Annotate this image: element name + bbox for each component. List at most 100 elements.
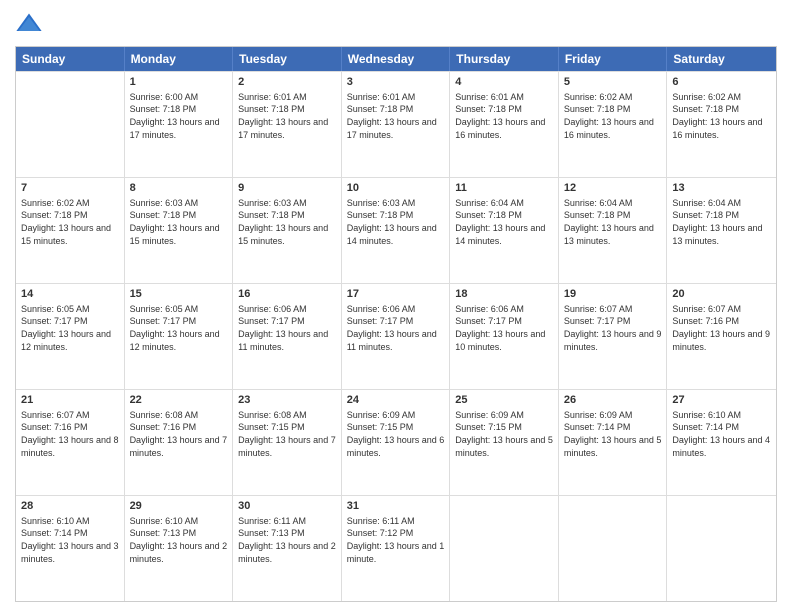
calendar-cell: 19Sunrise: 6:07 AM Sunset: 7:17 PM Dayli… bbox=[559, 284, 668, 389]
day-number: 26 bbox=[564, 393, 662, 408]
calendar-cell: 3Sunrise: 6:01 AM Sunset: 7:18 PM Daylig… bbox=[342, 72, 451, 177]
day-info: Sunrise: 6:06 AM Sunset: 7:17 PM Dayligh… bbox=[455, 303, 553, 353]
calendar-cell: 15Sunrise: 6:05 AM Sunset: 7:17 PM Dayli… bbox=[125, 284, 234, 389]
calendar-cell: 16Sunrise: 6:06 AM Sunset: 7:17 PM Dayli… bbox=[233, 284, 342, 389]
calendar-cell: 13Sunrise: 6:04 AM Sunset: 7:18 PM Dayli… bbox=[667, 178, 776, 283]
calendar-body: 1Sunrise: 6:00 AM Sunset: 7:18 PM Daylig… bbox=[16, 71, 776, 601]
day-info: Sunrise: 6:03 AM Sunset: 7:18 PM Dayligh… bbox=[130, 197, 228, 247]
day-number: 3 bbox=[347, 75, 445, 90]
calendar-cell: 20Sunrise: 6:07 AM Sunset: 7:16 PM Dayli… bbox=[667, 284, 776, 389]
day-number: 30 bbox=[238, 499, 336, 514]
day-number: 9 bbox=[238, 181, 336, 196]
calendar-cell: 12Sunrise: 6:04 AM Sunset: 7:18 PM Dayli… bbox=[559, 178, 668, 283]
day-info: Sunrise: 6:09 AM Sunset: 7:15 PM Dayligh… bbox=[347, 409, 445, 459]
logo-icon bbox=[15, 10, 43, 38]
day-info: Sunrise: 6:11 AM Sunset: 7:13 PM Dayligh… bbox=[238, 515, 336, 565]
day-info: Sunrise: 6:06 AM Sunset: 7:17 PM Dayligh… bbox=[238, 303, 336, 353]
calendar-cell: 21Sunrise: 6:07 AM Sunset: 7:16 PM Dayli… bbox=[16, 390, 125, 495]
day-info: Sunrise: 6:06 AM Sunset: 7:17 PM Dayligh… bbox=[347, 303, 445, 353]
day-info: Sunrise: 6:03 AM Sunset: 7:18 PM Dayligh… bbox=[238, 197, 336, 247]
calendar-cell: 28Sunrise: 6:10 AM Sunset: 7:14 PM Dayli… bbox=[16, 496, 125, 601]
calendar-cell bbox=[450, 496, 559, 601]
calendar-week-row: 21Sunrise: 6:07 AM Sunset: 7:16 PM Dayli… bbox=[16, 389, 776, 495]
day-number: 8 bbox=[130, 181, 228, 196]
day-info: Sunrise: 6:07 AM Sunset: 7:16 PM Dayligh… bbox=[672, 303, 771, 353]
calendar-cell: 11Sunrise: 6:04 AM Sunset: 7:18 PM Dayli… bbox=[450, 178, 559, 283]
day-of-week-header: Monday bbox=[125, 47, 234, 71]
calendar-cell: 29Sunrise: 6:10 AM Sunset: 7:13 PM Dayli… bbox=[125, 496, 234, 601]
day-of-week-header: Wednesday bbox=[342, 47, 451, 71]
calendar-cell: 1Sunrise: 6:00 AM Sunset: 7:18 PM Daylig… bbox=[125, 72, 234, 177]
calendar-cell: 7Sunrise: 6:02 AM Sunset: 7:18 PM Daylig… bbox=[16, 178, 125, 283]
day-info: Sunrise: 6:01 AM Sunset: 7:18 PM Dayligh… bbox=[455, 91, 553, 141]
day-info: Sunrise: 6:02 AM Sunset: 7:18 PM Dayligh… bbox=[21, 197, 119, 247]
day-number: 12 bbox=[564, 181, 662, 196]
day-info: Sunrise: 6:05 AM Sunset: 7:17 PM Dayligh… bbox=[130, 303, 228, 353]
day-number: 24 bbox=[347, 393, 445, 408]
day-info: Sunrise: 6:11 AM Sunset: 7:12 PM Dayligh… bbox=[347, 515, 445, 565]
calendar-cell bbox=[16, 72, 125, 177]
day-number: 16 bbox=[238, 287, 336, 302]
day-number: 6 bbox=[672, 75, 771, 90]
day-number: 2 bbox=[238, 75, 336, 90]
day-info: Sunrise: 6:08 AM Sunset: 7:15 PM Dayligh… bbox=[238, 409, 336, 459]
page: SundayMondayTuesdayWednesdayThursdayFrid… bbox=[0, 0, 792, 612]
calendar-cell: 8Sunrise: 6:03 AM Sunset: 7:18 PM Daylig… bbox=[125, 178, 234, 283]
calendar-cell: 27Sunrise: 6:10 AM Sunset: 7:14 PM Dayli… bbox=[667, 390, 776, 495]
calendar-cell: 9Sunrise: 6:03 AM Sunset: 7:18 PM Daylig… bbox=[233, 178, 342, 283]
day-info: Sunrise: 6:05 AM Sunset: 7:17 PM Dayligh… bbox=[21, 303, 119, 353]
day-number: 22 bbox=[130, 393, 228, 408]
day-info: Sunrise: 6:10 AM Sunset: 7:14 PM Dayligh… bbox=[21, 515, 119, 565]
day-number: 21 bbox=[21, 393, 119, 408]
day-info: Sunrise: 6:04 AM Sunset: 7:18 PM Dayligh… bbox=[564, 197, 662, 247]
day-number: 29 bbox=[130, 499, 228, 514]
day-info: Sunrise: 6:00 AM Sunset: 7:18 PM Dayligh… bbox=[130, 91, 228, 141]
day-of-week-header: Thursday bbox=[450, 47, 559, 71]
day-number: 15 bbox=[130, 287, 228, 302]
day-number: 20 bbox=[672, 287, 771, 302]
day-info: Sunrise: 6:07 AM Sunset: 7:17 PM Dayligh… bbox=[564, 303, 662, 353]
day-info: Sunrise: 6:08 AM Sunset: 7:16 PM Dayligh… bbox=[130, 409, 228, 459]
day-number: 11 bbox=[455, 181, 553, 196]
day-number: 7 bbox=[21, 181, 119, 196]
day-number: 28 bbox=[21, 499, 119, 514]
day-info: Sunrise: 6:07 AM Sunset: 7:16 PM Dayligh… bbox=[21, 409, 119, 459]
day-info: Sunrise: 6:09 AM Sunset: 7:14 PM Dayligh… bbox=[564, 409, 662, 459]
day-number: 5 bbox=[564, 75, 662, 90]
calendar-week-row: 28Sunrise: 6:10 AM Sunset: 7:14 PM Dayli… bbox=[16, 495, 776, 601]
calendar-cell: 14Sunrise: 6:05 AM Sunset: 7:17 PM Dayli… bbox=[16, 284, 125, 389]
calendar-cell: 2Sunrise: 6:01 AM Sunset: 7:18 PM Daylig… bbox=[233, 72, 342, 177]
day-number: 10 bbox=[347, 181, 445, 196]
calendar-header: SundayMondayTuesdayWednesdayThursdayFrid… bbox=[16, 47, 776, 71]
day-info: Sunrise: 6:01 AM Sunset: 7:18 PM Dayligh… bbox=[238, 91, 336, 141]
day-of-week-header: Saturday bbox=[667, 47, 776, 71]
calendar-cell: 25Sunrise: 6:09 AM Sunset: 7:15 PM Dayli… bbox=[450, 390, 559, 495]
calendar-cell: 31Sunrise: 6:11 AM Sunset: 7:12 PM Dayli… bbox=[342, 496, 451, 601]
calendar-cell: 17Sunrise: 6:06 AM Sunset: 7:17 PM Dayli… bbox=[342, 284, 451, 389]
calendar-cell: 10Sunrise: 6:03 AM Sunset: 7:18 PM Dayli… bbox=[342, 178, 451, 283]
day-info: Sunrise: 6:09 AM Sunset: 7:15 PM Dayligh… bbox=[455, 409, 553, 459]
day-info: Sunrise: 6:01 AM Sunset: 7:18 PM Dayligh… bbox=[347, 91, 445, 141]
calendar-week-row: 14Sunrise: 6:05 AM Sunset: 7:17 PM Dayli… bbox=[16, 283, 776, 389]
day-number: 18 bbox=[455, 287, 553, 302]
logo bbox=[15, 10, 47, 38]
day-number: 19 bbox=[564, 287, 662, 302]
header bbox=[15, 10, 777, 38]
day-number: 17 bbox=[347, 287, 445, 302]
calendar: SundayMondayTuesdayWednesdayThursdayFrid… bbox=[15, 46, 777, 602]
calendar-cell: 18Sunrise: 6:06 AM Sunset: 7:17 PM Dayli… bbox=[450, 284, 559, 389]
calendar-cell: 24Sunrise: 6:09 AM Sunset: 7:15 PM Dayli… bbox=[342, 390, 451, 495]
day-number: 1 bbox=[130, 75, 228, 90]
day-number: 4 bbox=[455, 75, 553, 90]
day-number: 23 bbox=[238, 393, 336, 408]
day-of-week-header: Tuesday bbox=[233, 47, 342, 71]
calendar-cell: 30Sunrise: 6:11 AM Sunset: 7:13 PM Dayli… bbox=[233, 496, 342, 601]
day-number: 27 bbox=[672, 393, 771, 408]
day-of-week-header: Sunday bbox=[16, 47, 125, 71]
day-info: Sunrise: 6:04 AM Sunset: 7:18 PM Dayligh… bbox=[672, 197, 771, 247]
calendar-cell: 22Sunrise: 6:08 AM Sunset: 7:16 PM Dayli… bbox=[125, 390, 234, 495]
calendar-week-row: 1Sunrise: 6:00 AM Sunset: 7:18 PM Daylig… bbox=[16, 71, 776, 177]
calendar-cell bbox=[559, 496, 668, 601]
day-info: Sunrise: 6:03 AM Sunset: 7:18 PM Dayligh… bbox=[347, 197, 445, 247]
calendar-cell: 5Sunrise: 6:02 AM Sunset: 7:18 PM Daylig… bbox=[559, 72, 668, 177]
